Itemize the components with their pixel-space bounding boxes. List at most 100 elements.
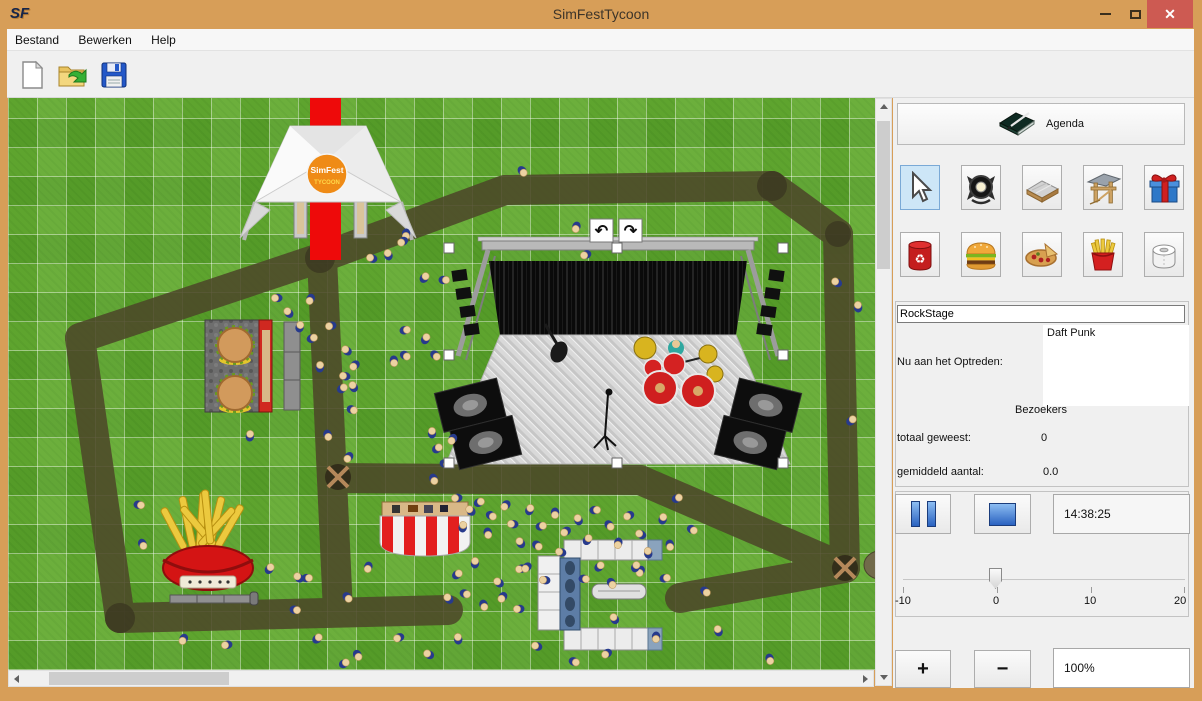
visitor[interactable] [571, 221, 582, 234]
horizontal-scroll-thumb[interactable] [49, 672, 229, 685]
vertical-scroll-thumb[interactable] [877, 121, 890, 269]
visitor[interactable] [263, 562, 276, 576]
maximize-button[interactable] [1122, 0, 1148, 28]
visitor[interactable] [471, 557, 480, 568]
visitor[interactable] [657, 513, 668, 526]
visitor[interactable] [351, 648, 364, 662]
visitor[interactable] [713, 624, 724, 637]
visitor[interactable] [282, 306, 295, 320]
visitor[interactable] [589, 505, 601, 514]
visitor[interactable] [478, 598, 490, 611]
agenda-button[interactable]: Agenda [897, 103, 1185, 145]
visitor[interactable] [345, 404, 358, 416]
visitor[interactable] [551, 507, 560, 518]
visitor[interactable] [459, 588, 472, 599]
visitor[interactable] [337, 657, 351, 670]
visitor[interactable] [453, 633, 463, 645]
trash-tool-button[interactable]: ♻ [900, 232, 940, 277]
zoom-level-field[interactable]: 100% [1053, 648, 1190, 688]
visitor[interactable] [507, 519, 519, 529]
visitor[interactable] [634, 528, 648, 541]
menu-help[interactable]: Help [143, 29, 184, 47]
visitor[interactable] [665, 539, 675, 551]
scroll-right-icon[interactable] [863, 675, 868, 683]
visitor[interactable] [450, 568, 464, 581]
visitor[interactable] [419, 332, 431, 346]
visitor[interactable] [659, 573, 672, 584]
visitor[interactable] [535, 521, 548, 532]
pause-button[interactable] [895, 494, 951, 534]
menu-bewerken[interactable]: Bewerken [70, 29, 139, 47]
visitor[interactable] [622, 509, 636, 521]
visitor[interactable] [271, 294, 282, 303]
visitor[interactable] [418, 271, 431, 285]
visitor[interactable] [530, 641, 543, 653]
scroll-down-icon[interactable] [880, 675, 888, 680]
visitor[interactable] [559, 525, 573, 538]
visitor[interactable] [422, 648, 436, 661]
burger-tool-button[interactable] [961, 232, 1001, 277]
visitor[interactable] [499, 498, 513, 512]
menu-bestand[interactable]: Bestand [7, 29, 67, 47]
visitor[interactable] [530, 539, 544, 552]
visitor[interactable] [524, 503, 536, 516]
visitor[interactable] [685, 523, 699, 536]
new-file-button[interactable] [15, 58, 49, 92]
close-button[interactable]: ✕ [1147, 0, 1193, 28]
gift-tool-button[interactable] [1144, 165, 1184, 210]
visitor[interactable] [389, 355, 399, 367]
visitor[interactable] [348, 358, 362, 372]
visitor[interactable] [439, 276, 450, 284]
visitor[interactable] [363, 561, 374, 574]
map-canvas[interactable]: SimFest TYCOON [8, 98, 875, 670]
horizontal-scrollbar[interactable] [8, 670, 874, 687]
spotlight-tool-button[interactable] [961, 165, 1001, 210]
visitor[interactable] [428, 427, 436, 438]
fries-stand[interactable] [160, 490, 253, 590]
visitor[interactable] [492, 576, 506, 590]
visitor[interactable] [340, 344, 354, 358]
visitor[interactable] [472, 496, 486, 508]
visitor[interactable] [513, 604, 525, 613]
visitor[interactable] [483, 527, 493, 539]
visitor[interactable] [764, 653, 775, 666]
minimize-button[interactable] [1092, 0, 1118, 28]
zoom-out-button[interactable]: − [974, 650, 1031, 688]
visitor[interactable] [292, 571, 306, 585]
visitor[interactable] [496, 590, 509, 604]
visitor[interactable] [428, 349, 442, 363]
visitor[interactable] [383, 248, 394, 261]
speed-slider-track[interactable] [903, 579, 1185, 581]
rotate-right-button[interactable]: ↷ [619, 219, 642, 242]
visitor[interactable] [853, 301, 862, 313]
now-performing-list[interactable]: Daft Punk [1043, 325, 1189, 406]
visitor[interactable] [603, 518, 617, 532]
visitor[interactable] [572, 513, 584, 526]
stop-button[interactable] [974, 494, 1031, 534]
visitor[interactable] [484, 509, 498, 522]
visitor[interactable] [310, 632, 324, 646]
visitor[interactable] [221, 640, 233, 650]
save-button[interactable] [97, 58, 131, 92]
stage-name-input[interactable] [897, 305, 1185, 323]
visitor[interactable] [579, 249, 592, 261]
scroll-up-icon[interactable] [880, 104, 888, 109]
visitor[interactable] [177, 632, 190, 646]
select-tool-button[interactable] [900, 165, 940, 210]
hamburger-stand[interactable] [205, 320, 272, 413]
visitor[interactable] [398, 349, 412, 362]
toilet-block[interactable] [538, 540, 662, 650]
zoom-in-button[interactable]: + [895, 650, 951, 688]
visitor[interactable] [399, 325, 411, 335]
scaffold-tool-button[interactable] [1083, 165, 1123, 210]
visitor[interactable] [451, 493, 463, 502]
visitor[interactable] [608, 612, 621, 626]
rotate-left-button[interactable]: ↶ [590, 219, 613, 242]
visitor[interactable] [514, 536, 527, 550]
main-stage[interactable] [434, 237, 801, 471]
vertical-scrollbar[interactable] [875, 98, 892, 686]
scroll-left-icon[interactable] [14, 675, 19, 683]
bench[interactable] [170, 592, 258, 605]
visitor[interactable] [567, 656, 580, 668]
visitor[interactable] [592, 560, 606, 574]
